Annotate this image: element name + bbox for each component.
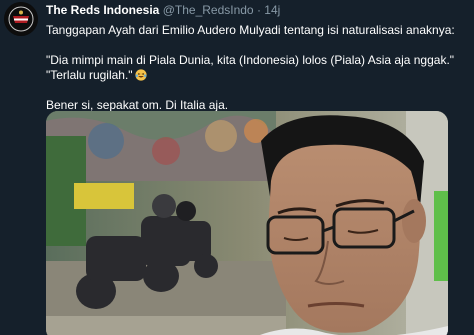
tweet-line: Tanggapan Ayah dari Emilio Audero Mulyad…: [46, 23, 455, 37]
tweet-header: The Reds Indonesia @The_RedsIndo · 14j: [46, 3, 466, 18]
separator: ·: [256, 3, 261, 17]
photo-icon: [46, 111, 448, 335]
tweet-line: "Dia mimpi main di Piala Dunia, kita (In…: [46, 53, 455, 67]
tweet-line: "Terlalu rugilah.": [46, 68, 466, 83]
tweet[interactable]: The Reds Indonesia @The_RedsIndo · 14j T…: [0, 0, 474, 335]
handle[interactable]: @The_RedsIndo: [163, 3, 254, 17]
tweet-text: Tanggapan Ayah dari Emilio Audero Mulyad…: [46, 23, 466, 113]
tweet-photo[interactable]: [46, 111, 448, 335]
tweet-line-text: "Terlalu rugilah.": [46, 68, 133, 82]
avatar[interactable]: [4, 2, 38, 36]
laughing-tears-emoji: [134, 69, 147, 81]
display-name[interactable]: The Reds Indonesia: [46, 3, 159, 17]
timestamp[interactable]: 14j: [264, 3, 280, 17]
